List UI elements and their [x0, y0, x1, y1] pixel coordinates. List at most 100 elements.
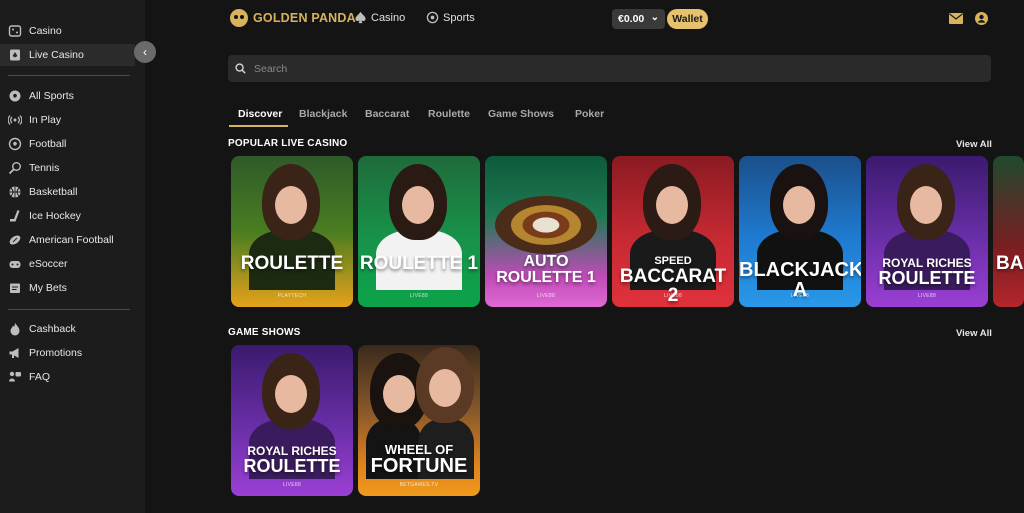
game-provider: BETGAMES.TV	[399, 482, 439, 488]
search-bar	[228, 55, 991, 82]
section-title-popular: POPULAR LIVE CASINO	[228, 138, 348, 149]
sidebar-item-label: My Bets	[29, 282, 67, 294]
roulette-wheel-image	[495, 196, 597, 254]
game-title: BA	[996, 253, 1024, 274]
sidebar-item-basketball[interactable]: Basketball	[0, 181, 135, 203]
ice-hockey-icon	[8, 209, 22, 223]
game-provider: LIVE88	[282, 482, 302, 488]
tab-discover[interactable]: Discover	[238, 108, 282, 120]
wallet-button[interactable]: Wallet	[667, 9, 708, 29]
sidebar-item-label: Football	[29, 138, 67, 150]
game-title: ROULETTE	[243, 456, 341, 476]
dealer-image	[770, 164, 828, 240]
nav-casino-label: Casino	[371, 11, 406, 24]
game-title: ROULETTE	[240, 253, 344, 274]
tab-poker[interactable]: Poker	[575, 108, 604, 120]
balance-dropdown[interactable]: €0.00 ⌄	[612, 9, 665, 29]
game-card-royal-riches-roulette-show[interactable]: ROYAL RICHES ROULETTE LIVE88	[231, 345, 353, 496]
dealer-image	[897, 164, 955, 240]
active-tab-indicator	[229, 125, 288, 127]
balance-value: €0.00	[618, 13, 645, 25]
logo-text: GOLDEN PANDA	[253, 11, 356, 25]
game-card-blackjack-a[interactable]: BLACKJACK A LIVE88	[739, 156, 861, 307]
game-title: ROULETTE	[878, 268, 976, 288]
american-football-icon	[8, 233, 22, 247]
game-card-auto-roulette-1[interactable]: AUTO ROULETTE 1 LIVE88	[485, 156, 607, 307]
tennis-icon	[8, 161, 22, 175]
game-title: FORTUNE	[370, 455, 468, 477]
all-sports-icon	[8, 89, 22, 103]
in-play-icon	[7, 113, 23, 127]
search-input[interactable]	[254, 62, 954, 75]
tab-game-shows[interactable]: Game Shows	[488, 108, 554, 120]
game-card-roulette[interactable]: ROULETTE PLAYTECH	[231, 156, 353, 307]
view-all-popular-link[interactable]: View All	[956, 139, 992, 150]
sidebar-item-label: American Football	[29, 234, 114, 246]
sidebar-item-ice-hockey[interactable]: Ice Hockey	[0, 205, 135, 227]
sidebar-item-in-play[interactable]: In Play	[0, 109, 135, 131]
game-card-partial[interactable]: BA	[993, 156, 1024, 307]
tab-roulette[interactable]: Roulette	[428, 108, 470, 120]
spade-icon	[355, 11, 366, 24]
game-provider: LIVE88	[409, 293, 429, 299]
mail-icon[interactable]	[949, 13, 963, 24]
game-card-wheel-of-fortune[interactable]: WHEEL OF FORTUNE BETGAMES.TV	[358, 345, 480, 496]
sidebar-item-label: Cashback	[29, 323, 76, 335]
cashback-icon	[8, 322, 22, 336]
game-provider: LIVE88	[790, 293, 810, 299]
sidebar-item-live-casino[interactable]: Live Casino	[0, 44, 135, 66]
chevron-left-icon: ‹	[143, 45, 147, 59]
logo[interactable]: GOLDEN PANDA	[230, 9, 356, 27]
nav-casino[interactable]: Casino	[354, 11, 405, 24]
top-bar: GOLDEN PANDA Casino Sports €0.00 ⌄ Walle…	[145, 0, 1024, 38]
sidebar-item-football[interactable]: Football	[0, 133, 135, 155]
football-icon	[8, 137, 22, 151]
sidebar-item-cashback[interactable]: Cashback	[0, 318, 135, 340]
nav-sports-label: Sports	[443, 11, 475, 24]
esoccer-icon	[8, 257, 22, 271]
game-provider: LIVE88	[536, 293, 556, 299]
game-title: BACCARAT 2	[619, 266, 727, 306]
sidebar-item-my-bets[interactable]: My Bets	[0, 277, 135, 299]
game-card-roulette-1[interactable]: ROULETTE 1 LIVE88	[358, 156, 480, 307]
user-icon[interactable]	[975, 12, 988, 25]
sidebar-collapse-button[interactable]: ‹	[134, 41, 156, 63]
chevron-down-icon: ⌄	[650, 11, 659, 23]
tab-blackjack[interactable]: Blackjack	[299, 108, 347, 120]
faq-icon	[8, 370, 22, 384]
search-icon	[235, 63, 246, 74]
sidebar-item-american-football[interactable]: American Football	[0, 229, 135, 251]
sidebar-item-label: eSoccer	[29, 258, 68, 270]
sidebar-item-tennis[interactable]: Tennis	[0, 157, 135, 179]
view-all-game-shows-link[interactable]: View All	[956, 328, 992, 339]
sidebar-item-label: All Sports	[29, 90, 74, 102]
tab-baccarat[interactable]: Baccarat	[365, 108, 409, 120]
dealer-image	[389, 164, 447, 240]
sidebar-item-label: FAQ	[29, 371, 51, 383]
sidebar-item-label: Live Casino	[29, 49, 84, 61]
sidebar: Casino Live Casino All Sports In Play Fo…	[0, 0, 145, 513]
sidebar-item-promotions[interactable]: Promotions	[0, 342, 135, 364]
sidebar-item-all-sports[interactable]: All Sports	[0, 85, 135, 107]
sidebar-divider	[8, 309, 130, 310]
game-card-royal-riches-roulette[interactable]: ROYAL RICHES ROULETTE LIVE88	[866, 156, 988, 307]
game-provider: PLAYTECH	[277, 293, 307, 299]
game-title: AUTO ROULETTE 1	[496, 253, 596, 286]
sidebar-item-label: Casino	[29, 25, 62, 37]
dealer-image	[643, 164, 701, 240]
section-title-game-shows: GAME SHOWS	[228, 327, 301, 338]
my-bets-icon	[8, 281, 22, 295]
game-card-speed-baccarat-2[interactable]: SPEED BACCARAT 2 LIVE88	[612, 156, 734, 307]
sidebar-item-label: Promotions	[29, 347, 83, 359]
sidebar-item-casino[interactable]: Casino	[0, 20, 135, 42]
sidebar-item-faq[interactable]: FAQ	[0, 366, 135, 388]
dealer-image	[262, 353, 320, 429]
app: Casino Live Casino All Sports In Play Fo…	[0, 0, 1024, 513]
game-provider: LIVE88	[917, 293, 937, 299]
nav-sports[interactable]: Sports	[426, 11, 475, 24]
live-casino-icon	[8, 48, 22, 62]
sidebar-item-esoccer[interactable]: eSoccer	[0, 253, 135, 275]
basketball-icon	[8, 185, 22, 199]
promotions-icon	[8, 346, 22, 360]
sidebar-item-label: Tennis	[29, 162, 60, 174]
